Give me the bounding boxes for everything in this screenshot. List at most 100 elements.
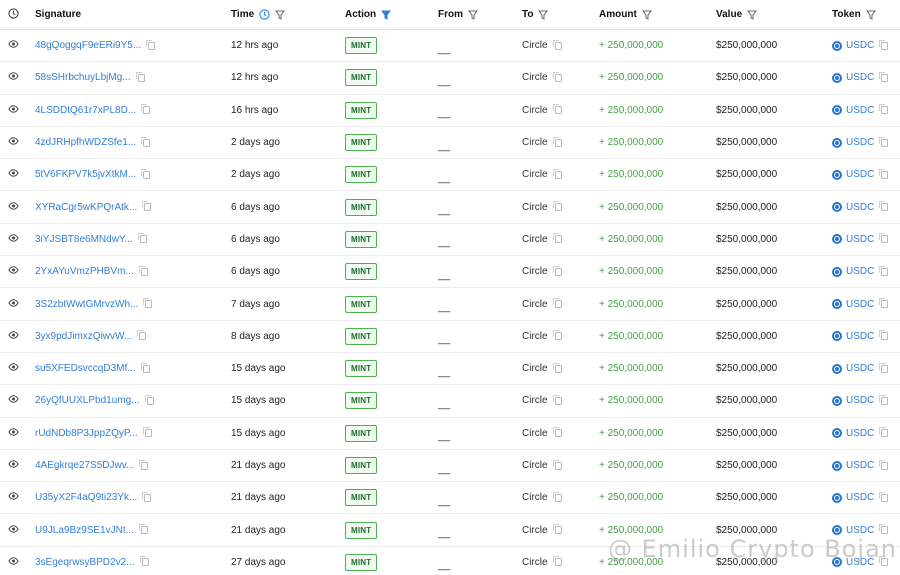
copy-signature-icon[interactable] bbox=[141, 168, 151, 179]
eye-icon[interactable] bbox=[8, 105, 19, 116]
token-link[interactable]: USDC bbox=[832, 331, 874, 342]
to-text[interactable]: Circle bbox=[522, 492, 548, 503]
copy-to-icon[interactable] bbox=[552, 459, 562, 470]
copy-token-icon[interactable] bbox=[879, 265, 889, 276]
token-link[interactable]: USDC bbox=[832, 105, 874, 116]
signature-link[interactable]: U9JLa9Bz9SE1vJNt... bbox=[35, 525, 134, 536]
eye-icon[interactable] bbox=[8, 298, 19, 310]
signature-link[interactable]: 2YxAYuVmzPHBVm... bbox=[35, 266, 134, 277]
to-text[interactable]: Circle bbox=[522, 525, 548, 536]
copy-signature-icon[interactable] bbox=[142, 427, 152, 438]
eye-icon[interactable] bbox=[8, 40, 19, 51]
to-text[interactable]: Circle bbox=[522, 40, 548, 51]
copy-to-icon[interactable] bbox=[552, 362, 562, 373]
copy-token-icon[interactable] bbox=[879, 524, 889, 535]
copy-token-icon[interactable] bbox=[879, 233, 889, 244]
copy-signature-icon[interactable] bbox=[137, 233, 147, 244]
copy-signature-icon[interactable] bbox=[138, 524, 148, 535]
token-link[interactable]: USDC bbox=[832, 363, 874, 374]
token-link[interactable]: USDC bbox=[832, 428, 874, 439]
to-text[interactable]: Circle bbox=[522, 428, 548, 439]
signature-link[interactable]: 3yx9pdJimxzQiwvW... bbox=[35, 331, 132, 342]
copy-to-icon[interactable] bbox=[552, 39, 562, 50]
copy-signature-icon[interactable] bbox=[142, 201, 152, 212]
copy-to-icon[interactable] bbox=[552, 233, 562, 244]
eye-icon[interactable] bbox=[8, 72, 19, 83]
signature-link[interactable]: rUdNDb8P3JppZQyP... bbox=[35, 428, 138, 439]
copy-token-icon[interactable] bbox=[879, 71, 889, 82]
signature-link[interactable]: 3S2zbtWwtGMrvzWh... bbox=[35, 299, 138, 310]
signature-link[interactable]: 4AEgkrqe27S5DJwv... bbox=[35, 460, 134, 471]
copy-to-icon[interactable] bbox=[552, 394, 562, 405]
eye-icon[interactable] bbox=[8, 169, 19, 180]
signature-link[interactable]: 4LSDDtQ61r7xPL8D... bbox=[35, 105, 136, 116]
copy-token-icon[interactable] bbox=[879, 459, 889, 470]
eye-icon[interactable] bbox=[8, 557, 19, 568]
to-text[interactable]: Circle bbox=[522, 460, 548, 471]
copy-to-icon[interactable] bbox=[552, 201, 562, 212]
token-link[interactable]: USDC bbox=[832, 492, 874, 503]
to-text[interactable]: Circle bbox=[522, 395, 548, 406]
signature-link[interactable]: 26yQfUUXLPbd1umg... bbox=[35, 395, 140, 406]
copy-to-icon[interactable] bbox=[552, 71, 562, 82]
token-link[interactable]: USDC bbox=[832, 299, 874, 310]
token-link[interactable]: USDC bbox=[832, 202, 874, 213]
token-link[interactable]: USDC bbox=[832, 169, 874, 180]
copy-to-icon[interactable] bbox=[552, 330, 562, 341]
token-link[interactable]: USDC bbox=[832, 460, 874, 471]
token-link[interactable]: USDC bbox=[832, 40, 874, 51]
eye-icon[interactable] bbox=[8, 492, 19, 503]
copy-signature-icon[interactable] bbox=[141, 104, 151, 115]
value-filter-icon[interactable] bbox=[747, 10, 758, 20]
eye-icon[interactable] bbox=[8, 266, 19, 277]
copy-to-icon[interactable] bbox=[552, 491, 562, 502]
signature-link[interactable]: 58sSHrbchuyLbjMg... bbox=[35, 72, 131, 83]
token-link[interactable]: USDC bbox=[832, 137, 874, 148]
copy-signature-icon[interactable] bbox=[140, 362, 150, 373]
copy-token-icon[interactable] bbox=[879, 168, 889, 179]
copy-to-icon[interactable] bbox=[552, 104, 562, 115]
copy-token-icon[interactable] bbox=[879, 394, 889, 405]
to-text[interactable]: Circle bbox=[522, 331, 548, 342]
to-text[interactable]: Circle bbox=[522, 363, 548, 374]
copy-signature-icon[interactable] bbox=[135, 71, 145, 82]
from-filter-icon[interactable] bbox=[468, 10, 478, 20]
eye-icon[interactable] bbox=[8, 234, 19, 245]
signature-link[interactable]: 4zdJRHpfhWDZSfe1... bbox=[35, 137, 136, 148]
copy-token-icon[interactable] bbox=[879, 362, 889, 373]
copy-signature-icon[interactable] bbox=[138, 265, 148, 276]
signature-link[interactable]: 3sEgeqrwsyBPD2v2... bbox=[35, 557, 135, 568]
eye-icon[interactable] bbox=[8, 427, 19, 439]
copy-to-icon[interactable] bbox=[552, 524, 562, 535]
to-text[interactable]: Circle bbox=[522, 299, 548, 310]
copy-to-icon[interactable] bbox=[552, 556, 562, 567]
token-link[interactable]: USDC bbox=[832, 266, 874, 277]
copy-signature-icon[interactable] bbox=[139, 556, 149, 567]
token-link[interactable]: USDC bbox=[832, 72, 874, 83]
copy-signature-icon[interactable] bbox=[142, 491, 152, 502]
signature-link[interactable]: 5tV6FKPV7k5jvXtkM... bbox=[35, 169, 136, 180]
signature-link[interactable]: XYRaCgr5wKPQrAtk... bbox=[35, 202, 137, 213]
to-text[interactable]: Circle bbox=[522, 202, 548, 213]
copy-to-icon[interactable] bbox=[552, 298, 562, 309]
copy-signature-icon[interactable] bbox=[144, 394, 154, 405]
to-text[interactable]: Circle bbox=[522, 169, 548, 180]
signature-link[interactable]: U35yX2F4aQ9ti23Yk... bbox=[35, 492, 137, 503]
to-text[interactable]: Circle bbox=[522, 137, 548, 148]
copy-signature-icon[interactable] bbox=[141, 136, 151, 147]
copy-token-icon[interactable] bbox=[879, 298, 889, 309]
signature-link[interactable]: su5XFEDsvccqD3Mf... bbox=[35, 363, 136, 374]
copy-signature-icon[interactable] bbox=[139, 459, 149, 470]
copy-token-icon[interactable] bbox=[879, 491, 889, 502]
copy-to-icon[interactable] bbox=[552, 168, 562, 179]
copy-token-icon[interactable] bbox=[879, 427, 889, 438]
eye-icon[interactable] bbox=[8, 137, 19, 148]
to-text[interactable]: Circle bbox=[522, 266, 548, 277]
action-filter-icon[interactable] bbox=[381, 10, 392, 20]
signature-link[interactable]: 3iYJSBT8e6MNdwY... bbox=[35, 234, 133, 245]
to-text[interactable]: Circle bbox=[522, 72, 548, 83]
to-text[interactable]: Circle bbox=[522, 557, 548, 568]
copy-signature-icon[interactable] bbox=[146, 39, 156, 50]
token-link[interactable]: USDC bbox=[832, 395, 874, 406]
copy-to-icon[interactable] bbox=[552, 427, 562, 438]
